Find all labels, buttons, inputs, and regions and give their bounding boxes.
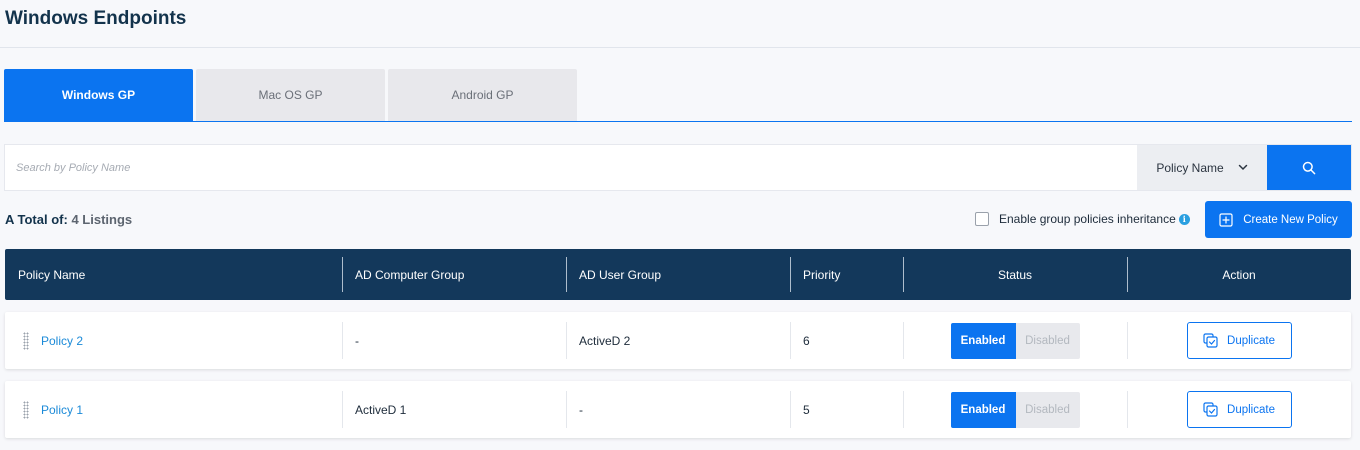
status-enabled-button[interactable]: Enabled — [950, 391, 1016, 428]
tab-mac-os-gp[interactable]: Mac OS GP — [196, 69, 385, 121]
title-divider — [0, 47, 1360, 48]
policy-name-cell: Policy 1 — [5, 381, 342, 438]
search-field-select[interactable]: Policy Name — [1137, 145, 1267, 190]
inheritance-label: Enable group policies inheritance — [999, 212, 1176, 226]
inheritance-checkbox[interactable] — [975, 212, 989, 226]
tab-windows-gp[interactable]: Windows GP — [4, 69, 193, 121]
column-header-status: Status — [903, 249, 1127, 300]
priority-cell: 6 — [790, 312, 903, 369]
duplicate-label: Duplicate — [1227, 403, 1275, 416]
status-disabled-button[interactable]: Disabled — [1015, 391, 1080, 428]
table-row: Policy 1 ActiveD 1 - 5 Enabled Disabled … — [5, 381, 1351, 438]
duplicate-icon — [1203, 402, 1218, 417]
column-header-ad-user-group[interactable]: AD User Group — [566, 249, 790, 300]
status-cell: Enabled Disabled — [903, 381, 1127, 438]
status-enabled-button[interactable]: Enabled — [950, 322, 1016, 359]
tab-bar: Windows GP Mac OS GP Android GP — [4, 69, 577, 121]
ad-computer-group-cell: - — [342, 312, 566, 369]
table-row: Policy 2 - ActiveD 2 6 Enabled Disabled … — [5, 312, 1351, 369]
ad-user-group-cell: ActiveD 2 — [566, 312, 790, 369]
status-disabled-button[interactable]: Disabled — [1015, 322, 1080, 359]
search-field-select-label: Policy Name — [1156, 160, 1224, 175]
duplicate-button[interactable]: Duplicate — [1186, 391, 1292, 428]
drag-handle-icon[interactable] — [23, 400, 29, 419]
duplicate-button[interactable]: Duplicate — [1186, 322, 1292, 359]
chevron-down-icon — [1238, 164, 1247, 171]
listing-total-count: 4 Listings — [71, 212, 133, 227]
search-input[interactable] — [5, 145, 1137, 190]
status-cell: Enabled Disabled — [903, 312, 1127, 369]
info-icon[interactable]: i — [1178, 213, 1190, 225]
search-button[interactable] — [1267, 145, 1351, 190]
policy-name-link[interactable]: Policy 2 — [41, 334, 83, 348]
listing-total: A Total of: 4 Listings — [5, 212, 132, 227]
status-toggle: Enabled Disabled — [950, 391, 1080, 428]
column-header-ad-computer-group[interactable]: AD Computer Group — [342, 249, 566, 300]
ad-user-group-cell: - — [566, 381, 790, 438]
priority-cell: 5 — [790, 381, 903, 438]
listing-total-label: A Total of: — [5, 212, 68, 227]
create-new-policy-button[interactable]: Create New Policy — [1205, 201, 1352, 238]
search-bar: Policy Name — [4, 144, 1352, 191]
duplicate-label: Duplicate — [1227, 334, 1275, 347]
policy-name-link[interactable]: Policy 1 — [41, 403, 83, 417]
search-icon — [1302, 161, 1316, 174]
inheritance-option: Enable group policies inheritance i — [975, 212, 1190, 226]
tab-android-gp[interactable]: Android GP — [388, 69, 577, 121]
policy-name-cell: Policy 2 — [5, 312, 342, 369]
status-toggle: Enabled Disabled — [950, 322, 1080, 359]
table-header: Policy Name AD Computer Group AD User Gr… — [5, 249, 1351, 300]
tabs-underline — [4, 121, 1352, 122]
column-header-action: Action — [1127, 249, 1351, 300]
drag-handle-icon[interactable] — [23, 331, 29, 350]
duplicate-icon — [1203, 333, 1218, 348]
action-cell: Duplicate — [1127, 312, 1351, 369]
column-header-policy-name[interactable]: Policy Name — [5, 249, 342, 300]
create-new-policy-label: Create New Policy — [1243, 213, 1338, 226]
page-title: Windows Endpoints — [5, 8, 187, 29]
action-cell: Duplicate — [1127, 381, 1351, 438]
column-header-priority[interactable]: Priority — [790, 249, 903, 300]
plus-square-icon — [1219, 212, 1233, 227]
ad-computer-group-cell: ActiveD 1 — [342, 381, 566, 438]
